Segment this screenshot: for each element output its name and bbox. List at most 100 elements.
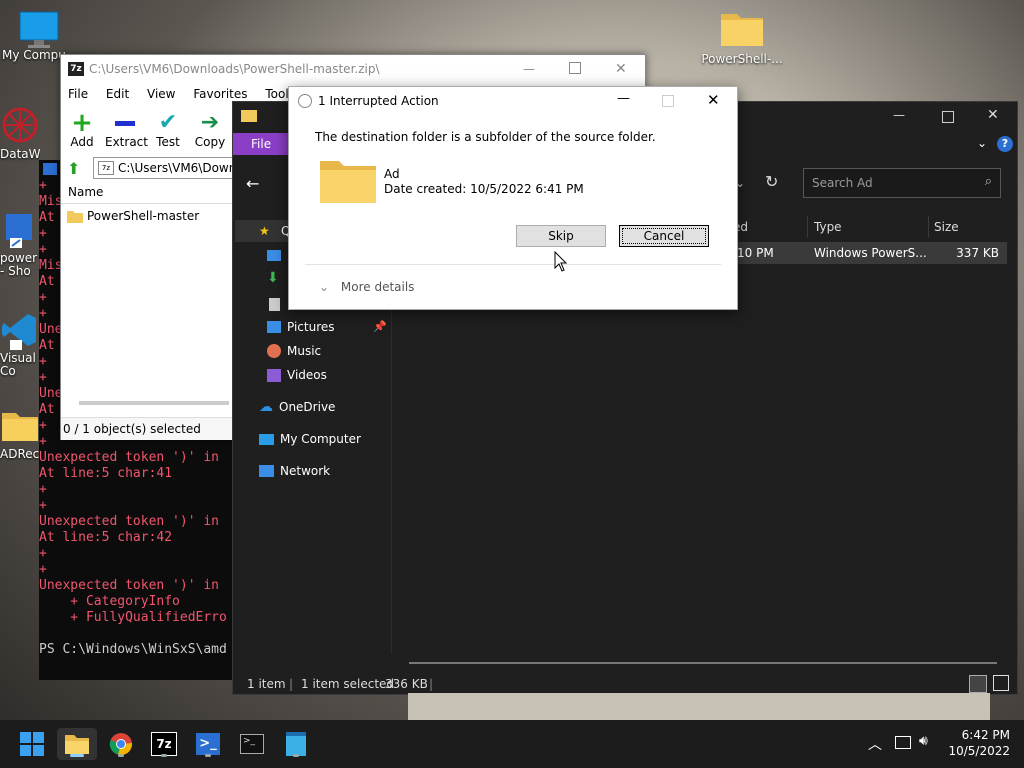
7zip-title: C:\Users\VM6\Downloads\PowerShell-master… [89, 62, 380, 76]
7zip-small-icon: 7z [98, 161, 114, 175]
maximize-button [662, 95, 674, 107]
nav-item-quick-access[interactable]: ★ Q [235, 220, 291, 242]
clock-icon [298, 94, 312, 108]
checkmark-icon: ✔ [158, 110, 178, 135]
file-tab[interactable]: File [233, 133, 291, 155]
7zip-titlebar[interactable]: 7z C:\Users\VM6\Downloads\PowerShell-mas… [61, 55, 645, 83]
console-line: + [39, 482, 47, 497]
monitor-icon [259, 433, 274, 445]
console-line: + FullyQualifiedErro [39, 610, 227, 625]
column-header-name[interactable]: Name [61, 181, 238, 204]
folder-icon [241, 110, 257, 122]
menu-edit[interactable]: Edit [106, 85, 129, 103]
pin-icon[interactable]: 📌 [373, 320, 387, 333]
desktop-icon-label: PowerShell-... [701, 52, 783, 66]
chevron-up-icon[interactable]: ︿ [868, 734, 882, 754]
console-line: Unexpected token ')' in [39, 514, 220, 529]
nav-item-videos[interactable]: Videos [267, 364, 327, 386]
nav-item-pictures[interactable]: Pictures [267, 316, 335, 338]
datawrangler-icon [0, 105, 40, 145]
cancel-button[interactable]: Cancel [619, 225, 709, 247]
dialog-title: 1 Interrupted Action [318, 94, 439, 108]
minimize-button[interactable]: — [523, 55, 535, 83]
menu-file[interactable]: File [68, 85, 88, 103]
refresh-icon[interactable]: ↻ [765, 172, 778, 191]
nav-item-onedrive[interactable]: ☁ OneDrive [259, 396, 335, 418]
clock-date: 10/5/2022 [948, 744, 1010, 758]
desktop-icon-powershell-master[interactable]: PowerShell-... [700, 10, 784, 66]
table-row[interactable]: :10 PM Windows PowerS... 337 KB [723, 242, 1007, 264]
desktop-icon[interactable] [267, 250, 281, 261]
search-input[interactable]: Search Ad ⌕ [803, 168, 1001, 198]
console-line: + CategoryInfo [39, 594, 180, 609]
console-line: + [39, 498, 47, 513]
column-header-size[interactable]: Size [934, 216, 1004, 238]
console-line: PS C:\Windows\WinSxS\amd [39, 642, 227, 657]
maximize-button[interactable] [569, 62, 581, 74]
network-status-icon[interactable] [895, 736, 911, 749]
folder-icon [719, 10, 765, 50]
desktop-icon-powershell-shortcut[interactable]: power - Sho [0, 210, 40, 278]
desktop-icon-visual-code[interactable]: Visual Co [0, 310, 40, 378]
up-folder-icon[interactable]: ⬆ [67, 159, 80, 178]
list-item[interactable]: PowerShell-master [67, 207, 199, 225]
test-button[interactable]: ✔ Test [153, 110, 183, 150]
7zip-icon: 7z [151, 732, 177, 756]
horizontal-scrollbar[interactable] [79, 401, 229, 405]
desktop-icon-label: power - Sho [0, 251, 38, 278]
dialog-divider [305, 264, 721, 265]
more-details-toggle[interactable]: ⌄ More details [319, 280, 414, 294]
minimize-button[interactable]: — [617, 91, 630, 106]
plus-icon: + [71, 108, 93, 138]
nav-item-network[interactable]: Network [259, 460, 330, 482]
chevron-down-icon[interactable]: ⌄ [977, 136, 987, 150]
folder-icon [319, 157, 377, 208]
maximize-button[interactable] [942, 111, 954, 123]
volume-icon[interactable]: 🔊︎ [919, 733, 928, 749]
desktop-icon-datawrangler[interactable]: DataW [0, 105, 40, 161]
interrupted-action-dialog[interactable]: 1 Interrupted Action — ✕ The destination… [288, 86, 738, 310]
videos-icon [267, 368, 281, 382]
extract-button[interactable]: Extract [105, 111, 148, 149]
close-button[interactable]: ✕ [707, 91, 720, 109]
console-line: + [39, 562, 47, 577]
copy-button[interactable]: ➔ Copy [193, 111, 227, 150]
nav-item-music[interactable]: Music [267, 340, 321, 362]
taskbar-7zip[interactable]: 7z [148, 728, 180, 760]
powershell-icon: >_ [196, 733, 220, 755]
start-button[interactable] [16, 728, 48, 760]
desktop-icon-label: Visual Co [0, 351, 36, 378]
console-line: At line:5 char:42 [39, 530, 173, 545]
add-button[interactable]: + Add [67, 108, 97, 149]
folder-icon [65, 735, 89, 754]
desktop-icon-label: DataW [0, 147, 40, 161]
taskbar-terminal[interactable]: >_ [236, 728, 268, 760]
close-button[interactable]: ✕ [987, 107, 999, 123]
documents-icon[interactable] [269, 298, 280, 311]
details-view-icon[interactable] [969, 675, 987, 693]
menu-view[interactable]: View [147, 85, 175, 103]
music-icon [267, 344, 281, 358]
close-button[interactable]: ✕ [615, 55, 627, 83]
taskbar-chrome[interactable] [105, 728, 137, 760]
desktop-icon-adrec[interactable]: ADRec [0, 405, 40, 461]
tiles-view-icon[interactable] [993, 675, 1009, 691]
star-icon: ★ [259, 224, 270, 238]
nav-item-my-computer[interactable]: My Computer [259, 428, 361, 450]
notepad-icon [286, 732, 306, 756]
monitor-icon [18, 10, 60, 48]
horizontal-scrollbar[interactable] [409, 662, 997, 664]
back-arrow-icon[interactable]: ← [246, 174, 259, 193]
minimize-button[interactable]: — [893, 108, 905, 122]
clock[interactable]: 6:42 PM 10/5/2022 [944, 727, 1010, 759]
downloads-icon[interactable]: ⬇ [267, 270, 279, 286]
column-header-date-modified[interactable]: ed [733, 216, 808, 238]
taskbar-notepad[interactable] [280, 728, 312, 760]
taskbar-file-explorer[interactable] [57, 728, 97, 760]
help-icon[interactable]: ? [997, 136, 1013, 152]
clock-time: 6:42 PM [961, 728, 1010, 742]
taskbar-powershell[interactable]: >_ [192, 728, 224, 760]
column-header-type[interactable]: Type [814, 216, 929, 238]
skip-button[interactable]: Skip [516, 225, 606, 247]
